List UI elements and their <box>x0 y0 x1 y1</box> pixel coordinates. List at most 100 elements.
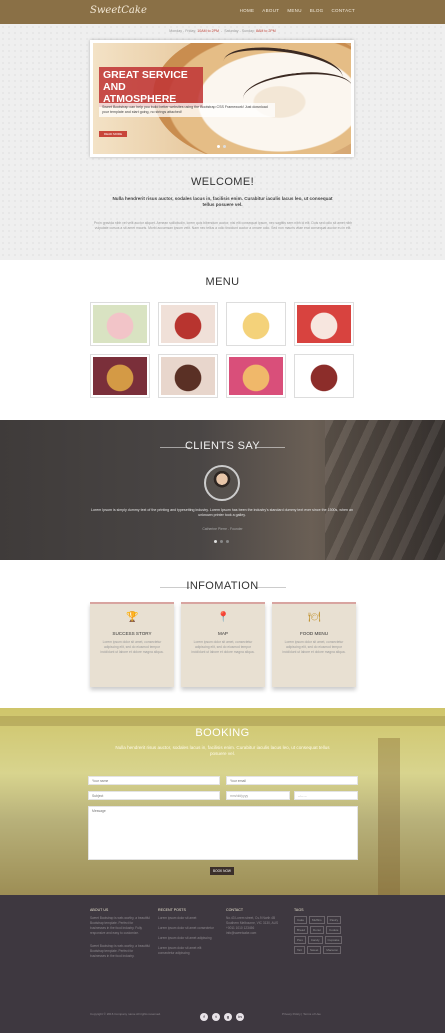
menu-item-pancakes[interactable] <box>90 354 150 398</box>
menu-item-cheesecake[interactable] <box>294 302 354 346</box>
nav-about[interactable]: ABOUT <box>262 8 279 13</box>
footer-recent-posts: RECENT POSTS Lorem ipsum dolor sit amet … <box>158 908 218 956</box>
recent-post-link[interactable]: Lorem ipsum dolor sit amet adipiscing <box>158 936 218 941</box>
booking-subtitle: Nulla hendrerit risus auctor, sodales la… <box>115 745 330 756</box>
footer-tags-title: TAGS <box>294 908 304 912</box>
testimonial-dot[interactable] <box>220 540 223 543</box>
menu-item-ice-cream[interactable] <box>226 354 286 398</box>
book-now-button[interactable]: BOOK NOW <box>210 867 234 875</box>
food-icon: 🍽 <box>308 612 321 623</box>
booking-title: BOOKING <box>195 727 250 739</box>
nav-contact[interactable]: CONTACT <box>331 8 355 13</box>
tag-link[interactable]: Muffins <box>309 916 325 924</box>
tag-link[interactable]: Macaron <box>323 946 342 954</box>
welcome-title: WELCOME! <box>190 176 255 188</box>
site-logo[interactable]: SweetCake <box>90 5 147 16</box>
tag-link[interactable]: Candy <box>307 936 323 944</box>
welcome-subtitle: Nulla hendrerit risus auctor, sodales la… <box>112 196 333 207</box>
tag-link[interactable]: Cake <box>294 916 308 924</box>
weekday-time: 10AM to 2PM <box>197 29 219 33</box>
footer-about: ABOUT US Sweet Bootstrap is web-worthy, … <box>90 908 150 959</box>
tag-link[interactable]: Sweet <box>307 946 322 954</box>
nav-home[interactable]: HOME <box>240 8 255 13</box>
nav-menu[interactable]: MENU <box>287 8 301 13</box>
client-author: Catherine Pierre - Founder <box>202 527 243 531</box>
menu-item-image <box>93 305 147 343</box>
contact-email[interactable]: info@sweetcake.com <box>226 931 286 936</box>
info-card-text: Lorem ipsum dolor sit amet, consectetur … <box>191 640 255 654</box>
twitter-icon[interactable]: t <box>212 1013 220 1021</box>
footer-about-title: ABOUT US <box>90 908 109 912</box>
slider-dot[interactable] <box>223 145 226 148</box>
date-input[interactable]: mm/dd/yyyy <box>226 791 290 800</box>
menu-item-image <box>229 305 283 343</box>
subject-input[interactable] <box>88 791 220 800</box>
testimonial-dot[interactable] <box>214 540 217 543</box>
tag-cloud: Cake Muffins Pastry Bread Donut Cookie Pies Can… <box>294 916 352 954</box>
menu-item-image <box>161 357 215 395</box>
tag-link[interactable]: Bread <box>294 926 309 934</box>
client-quote: Lorem Ipsum is simply dummy text of the … <box>91 508 353 518</box>
name-input[interactable] <box>88 776 220 785</box>
menu-item-macarons[interactable] <box>90 302 150 346</box>
menu-item-cupcakes[interactable] <box>158 302 218 346</box>
menu-item-chocolate-cupcakes[interactable] <box>158 354 218 398</box>
policy-links[interactable]: Privacy Policy | Terms of Use <box>282 1012 321 1016</box>
info-card-food-menu[interactable]: 🍽 FOOD MENU Lorem ipsum dolor sit amet, … <box>272 602 356 687</box>
social-links: f t g in <box>200 1013 244 1021</box>
weekday-label: Monday - Friday: <box>169 29 197 33</box>
hero-slider[interactable]: GREAT SERVICE AND ATMOSPHERE Sweet Boots… <box>90 40 354 157</box>
testimonial-dots <box>214 540 229 543</box>
clients-title: CLIENTS SAY <box>184 440 261 452</box>
recent-post-link[interactable]: Lorem ipsum dolor sit amet consectetur <box>158 926 218 931</box>
top-navbar: SweetCake HOME ABOUT MENU BLOG CONTACT <box>0 0 445 24</box>
menu-item-image <box>297 357 351 395</box>
footer-recent-title: RECENT POSTS <box>158 908 186 912</box>
menu-gallery <box>90 302 356 398</box>
copyright: Copyright © 2016 Company name All rights… <box>90 1012 161 1016</box>
footer-about-text-2: Sweet Bootstrap is web-worthy, a beautif… <box>90 944 151 958</box>
tag-link[interactable]: Tart <box>294 946 306 954</box>
footer-contact: CONTACT No.43 Lorem street, Cs.9 North 4… <box>226 908 286 936</box>
menu-item-image <box>297 305 351 343</box>
date-placeholder: mm/dd/yyyy <box>230 794 249 798</box>
tag-link[interactable]: Donut <box>310 926 325 934</box>
menu-item-image <box>161 305 215 343</box>
facebook-icon[interactable]: f <box>200 1013 208 1021</box>
google-plus-icon[interactable]: g <box>224 1013 232 1021</box>
read-more-button[interactable]: READ MORE <box>99 131 127 137</box>
info-card-success-story[interactable]: 🏆 SUCCESS STORY Lorem ipsum dolor sit am… <box>90 602 174 687</box>
slider-dots <box>217 145 226 148</box>
information-title: INFOMATION <box>186 580 259 592</box>
footer-tags: TAGS Cake Muffins Pastry Bread Donut Cookie Pi… <box>294 908 354 954</box>
weekend-time: 8AM to 2PM <box>255 29 276 33</box>
tag-link[interactable]: Pastry <box>326 916 342 924</box>
pergola-post <box>378 738 400 895</box>
tag-link[interactable]: Cupcake <box>324 936 343 944</box>
main-nav: HOME ABOUT MENU BLOG CONTACT <box>240 8 355 13</box>
tag-link[interactable]: Pies <box>294 936 306 944</box>
linkedin-icon[interactable]: in <box>236 1013 244 1021</box>
weekend-label: Saturday - Sunday: <box>224 29 255 33</box>
menu-item-image <box>229 357 283 395</box>
menu-item-shortcake[interactable] <box>226 302 286 346</box>
email-input[interactable] <box>226 776 358 785</box>
nav-blog[interactable]: BLOG <box>310 8 324 13</box>
menu-item-image <box>93 357 147 395</box>
pergola-beam <box>0 716 445 726</box>
menu-item-whoopie-pies[interactable] <box>294 354 354 398</box>
recent-post-link[interactable]: Lorem ipsum dolor sit amet <box>158 916 218 921</box>
info-card-title: MAP <box>218 631 228 636</box>
menu-title: MENU <box>205 276 240 288</box>
message-textarea[interactable] <box>88 806 358 860</box>
client-avatar <box>204 465 240 501</box>
slider-dot[interactable] <box>217 145 220 148</box>
testimonial-dot[interactable] <box>226 540 229 543</box>
info-card-map[interactable]: 📍 MAP Lorem ipsum dolor sit amet, consec… <box>181 602 265 687</box>
info-card-text: Lorem ipsum dolor sit amet, consectetur … <box>282 640 346 654</box>
time-input[interactable]: --:-- -- <box>294 791 358 800</box>
opening-hours: Monday - Friday: 10AM to 2PM - Saturday … <box>169 29 276 33</box>
tag-link[interactable]: Cookie <box>326 926 342 934</box>
footer-contact-title: CONTACT <box>226 908 244 912</box>
recent-post-link[interactable]: Lorem ipsum dolor sit amet elit consecte… <box>158 946 218 956</box>
